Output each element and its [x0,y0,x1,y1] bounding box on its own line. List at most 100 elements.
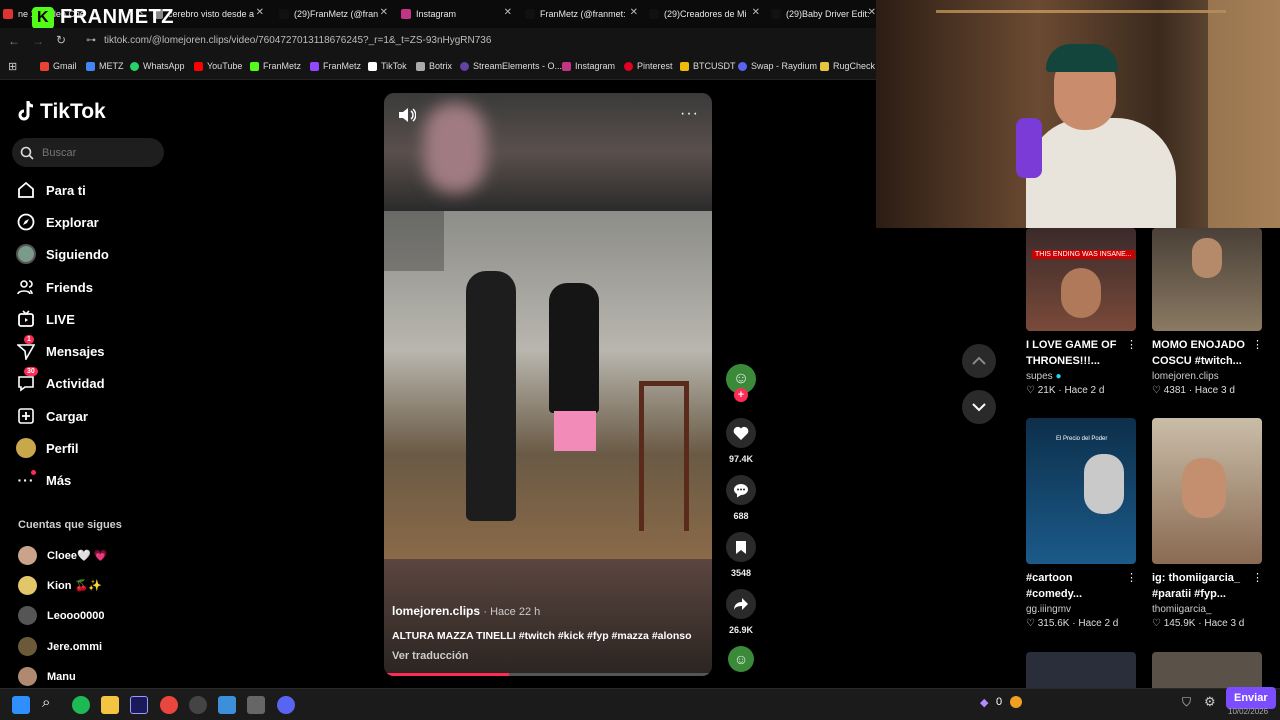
video-card-user[interactable]: supes ● [1026,371,1136,382]
obs-icon[interactable] [189,696,207,714]
bookmark-item[interactable]: FranMetz [250,61,301,71]
card-more-icon[interactable]: ⋮ [1252,338,1263,351]
site-info-icon[interactable]: ⊶ [86,35,96,46]
nav-item-perfil[interactable]: Perfil [16,438,79,458]
video-progress-bar[interactable] [384,673,712,676]
bookmark-item[interactable]: WhatsApp [130,61,185,71]
card-more-icon[interactable]: ⋮ [1126,338,1137,351]
browser-tab[interactable]: Instagram ✕ [398,2,516,26]
video-card-user[interactable]: lomejoren.clips [1152,371,1262,382]
nav-item-cargar[interactable]: Cargar [16,406,88,426]
windows-taskbar: ⌕ ◆ 0 ⛉ ⚙ Enviar 10/02/2026 [0,687,1280,720]
nav-label: Actividad [46,375,105,391]
video-card-user[interactable]: thomiigarcia_ [1152,604,1262,615]
translate-link[interactable]: Ver traducción [392,650,468,662]
close-tab-icon[interactable]: ✕ [380,7,388,18]
video-card[interactable]: El Precio del Poder #cartoon #comedy... … [1026,418,1137,629]
video-player[interactable]: ··· lomejoren.clips · Hace 22 h ALTURA M… [384,93,712,676]
bookmark-item[interactable]: Pinterest [624,61,673,71]
close-tab-icon[interactable]: ✕ [504,7,512,18]
bookmark-item[interactable]: TikTok [368,61,407,71]
video-card[interactable]: THIS ENDING WAS INSANE... I LOVE GAME OF… [1026,228,1137,396]
comment-button[interactable]: 688 [726,475,756,521]
nav-item-explorar[interactable]: Explorar [16,212,99,232]
video-author[interactable]: lomejoren.clips [392,604,480,618]
bookmark-item[interactable]: YouTube [194,61,242,71]
bookmark-item[interactable]: METZ [86,61,124,71]
close-tab-icon[interactable]: ✕ [752,7,760,18]
following-account[interactable]: Cloee🤍 💗 [18,546,107,565]
sound-disc[interactable]: ☺ [726,646,756,672]
bookmark-item[interactable]: FranMetz [310,61,361,71]
following-account[interactable]: Manu [18,667,76,686]
following-account[interactable]: Kion 🍒✨ [18,576,102,595]
send-button[interactable]: Enviar [1226,687,1276,709]
bookmark-item[interactable]: Gmail [40,61,77,71]
chrome-icon[interactable] [160,696,178,714]
gear-icon[interactable]: ⚙ [1204,694,1216,710]
nav-item-live[interactable]: LIVE [16,309,75,329]
bookmark-item[interactable]: Instagram [562,61,615,71]
thumb-face [1061,268,1101,318]
apps-grid-icon[interactable]: ⊞ [8,60,17,73]
search-input[interactable] [42,146,152,159]
video-thumbnail [1152,418,1262,564]
browser-tab[interactable]: (29)Baby Driver Edit: ✕ [768,2,880,26]
close-tab-icon[interactable]: ✕ [630,7,638,18]
video-thumbnail[interactable] [1152,652,1262,688]
follow-plus-icon[interactable]: + [734,388,748,402]
nav-item-siguiendo[interactable]: Siguiendo [16,244,109,264]
spotify-icon[interactable] [72,696,90,714]
search-icon[interactable]: ⌕ [42,694,60,712]
like-button[interactable]: 97.4K [726,418,756,464]
browser-tab[interactable]: (29)Creadores de Mi ✕ [646,2,764,26]
nav-item-para-ti[interactable]: Para ti [16,180,86,200]
app-icon[interactable] [218,696,236,714]
video-card[interactable]: ig: thomiigarcia_ #paratii #fyp... thomi… [1152,418,1263,629]
following-account[interactable]: Leooo0000 [18,606,104,625]
more-options-icon[interactable]: ··· [680,105,699,123]
bookmark-item[interactable]: BTCUSDT [680,61,736,71]
previous-video-button[interactable] [962,344,996,378]
premiere-pro-icon[interactable] [130,696,148,714]
app-icon[interactable] [247,696,265,714]
back-arrow-icon[interactable]: ← [8,34,20,48]
bookmark-item[interactable]: Swap - Raydium [738,61,817,71]
bookmark-item[interactable]: Botrix [416,61,452,71]
browser-tab[interactable]: FranMetz (@franmet: ✕ [522,2,642,26]
bookmark-item[interactable]: StreamElements - O... [460,61,562,71]
video-card[interactable]: MOMO ENOJADO COSCU #twitch... lomejoren.… [1152,228,1263,396]
bookmark-item[interactable]: RugCheck [820,61,875,71]
next-video-button[interactable] [962,390,996,424]
video-thumbnail[interactable] [1026,652,1136,688]
bookmark-label: Gmail [53,61,77,71]
url-field[interactable]: tiktok.com/@lomejoren.clips/video/760472… [104,35,491,46]
close-tab-icon[interactable]: ✕ [256,7,264,18]
discord-icon[interactable] [277,696,295,714]
browser-tab[interactable]: (29)FranMetz (@fran ✕ [276,2,392,26]
forward-arrow-icon[interactable]: → [32,34,44,48]
nav-item-mensajes[interactable]: 1 Mensajes [16,335,105,361]
card-more-icon[interactable]: ⋮ [1252,571,1263,584]
nav-item-actividad[interactable]: 30 Actividad [16,367,105,393]
file-explorer-icon[interactable] [101,696,119,714]
bookmark-label: Swap - Raydium [751,61,818,71]
nav-item-mas[interactable]: ··· Más [16,470,71,490]
save-button[interactable]: 3548 [726,532,756,578]
following-account[interactable]: Jere.ommi [18,637,102,656]
creator-avatar[interactable]: ☺ + [726,364,756,402]
close-tab-icon[interactable]: ✕ [868,7,876,18]
tiktok-logo[interactable]: TikTok [16,100,106,124]
share-count: 26.9K [728,625,754,635]
windows-start-icon[interactable] [12,696,30,714]
shield-icon[interactable]: ⛉ [1182,695,1191,710]
nav-item-friends[interactable]: Friends [16,277,93,297]
reload-icon[interactable]: ↻ [56,33,66,47]
heart-outline-icon: ♡ [1152,618,1161,629]
person-silhouette [549,283,599,413]
share-button[interactable]: 26.9K [726,589,756,635]
search-box[interactable] [12,138,164,167]
volume-icon[interactable] [398,107,417,128]
card-more-icon[interactable]: ⋮ [1126,571,1137,584]
video-card-user[interactable]: gg.iiingmv [1026,604,1136,615]
